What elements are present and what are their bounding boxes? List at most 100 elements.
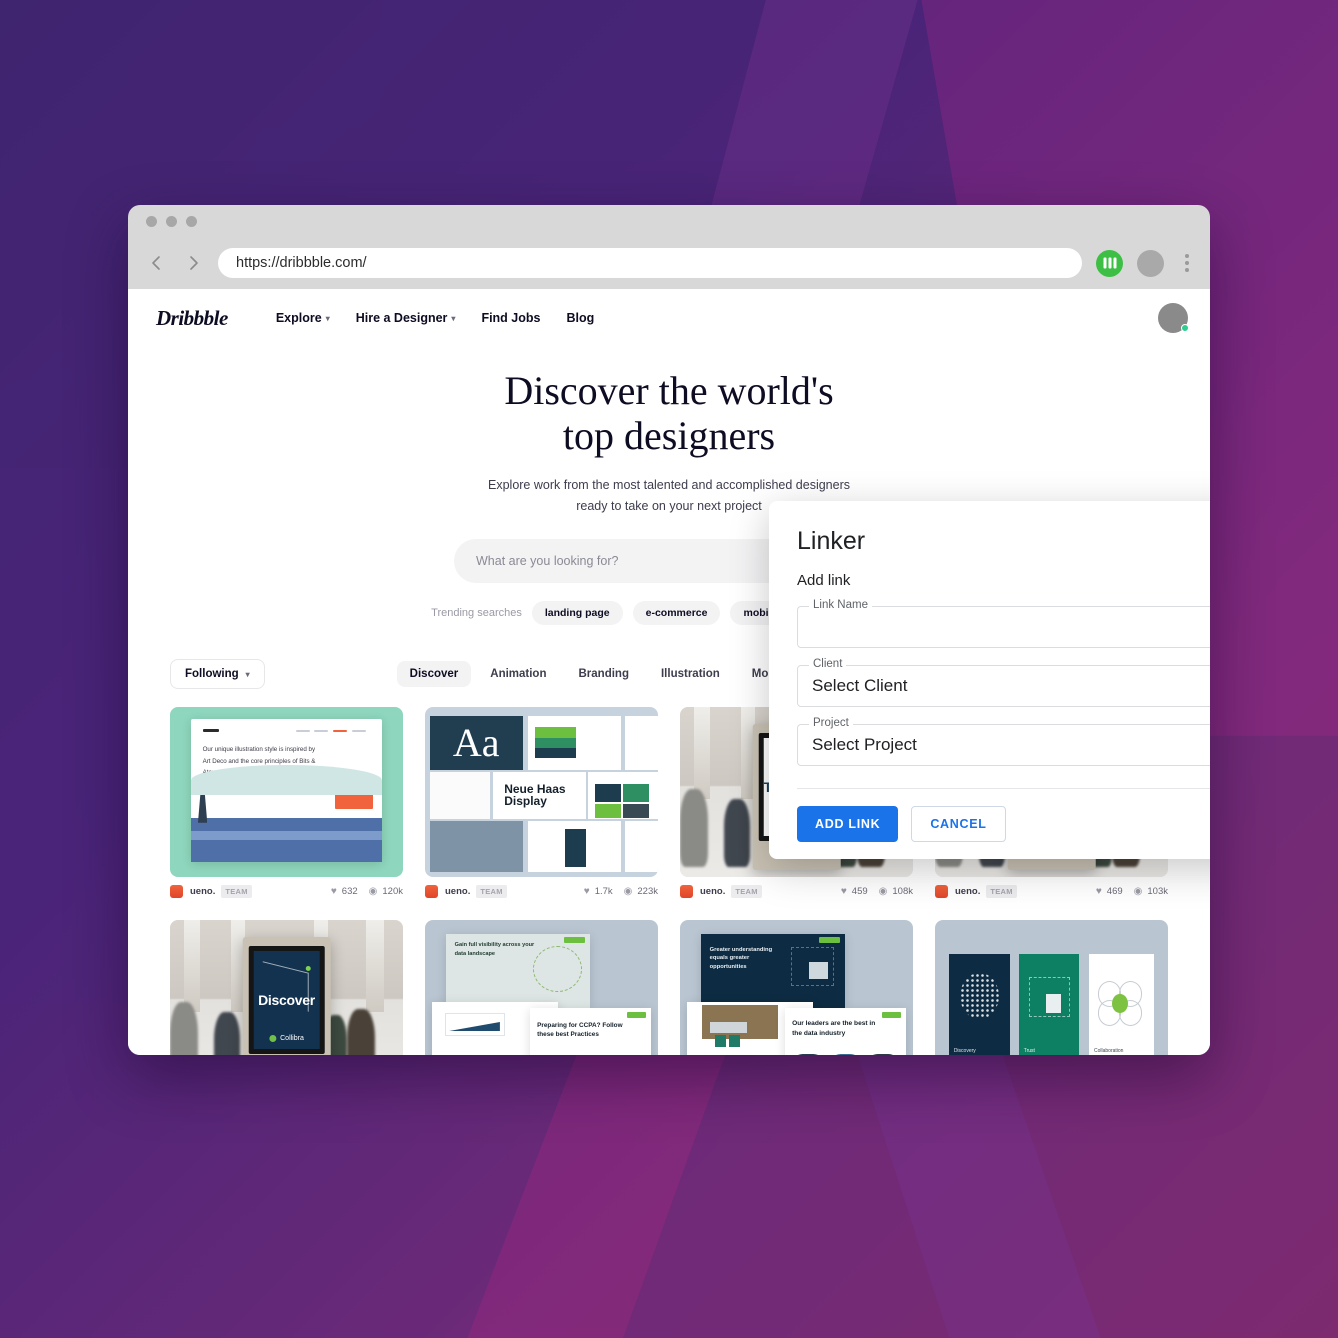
type-system-artwork: Aa Neue Haas Display [425,707,658,877]
eye-icon: ◉ [1133,886,1143,898]
client-select[interactable]: Client Select Client [797,658,1210,707]
kiosk-photo-artwork: Discover Collibra [170,920,403,1055]
divider [797,788,1210,789]
kebab-menu-icon[interactable] [1178,254,1196,272]
trending-pill-e-commerce[interactable]: e-commerce [632,601,721,626]
like-count: 469 [1106,886,1123,898]
shot-thumbnail[interactable]: Discover Collibra [170,920,403,1055]
author-name[interactable]: ueno. [955,886,980,897]
eye-icon: ◉ [623,886,633,898]
kiosk-unit: Discover Collibra [242,937,331,1055]
hero-title-line-1: Discover the world's [504,368,834,413]
close-window-button[interactable] [146,216,157,227]
shot2-sample-glyph: Aa [452,719,500,765]
window-controls[interactable] [146,216,197,227]
principle-card-label: Trust [1023,1048,1035,1055]
dialog-actions: ADD LINK CANCEL [797,806,1210,842]
kiosk-screen: Discover Collibra [248,945,325,1055]
url-text: https://dribbble.com/ [236,255,367,271]
shot-thumbnail[interactable]: Discovery Trust Collaboration [935,920,1168,1055]
shot2-typeface-name: Neue Haas Display [504,782,566,809]
maximize-window-button[interactable] [186,216,197,227]
brand-lockup: Collibra [269,1035,304,1043]
eye-icon: ◉ [878,886,888,898]
shot-card[interactable]: Greater understanding equals greater opp… [680,920,913,1055]
linker-header: Linker ✕ [797,527,1210,556]
search-placeholder: What are you looking for? [476,554,619,569]
tab-discover[interactable]: Discover [396,661,472,688]
nav-item-explore[interactable]: Explore ▾ [276,311,330,325]
shot7-headline-a: Greater understanding equals greater opp… [709,946,773,971]
shot-card[interactable]: Discover Collibra ueno. TEAM [170,920,403,1055]
trending-pill-landing-page[interactable]: landing page [531,601,623,626]
add-link-button[interactable]: ADD LINK [797,806,899,842]
shot-meta: ueno. TEAM ♥ 469 ◉ 103k [935,885,1168,899]
author-name[interactable]: ueno. [445,886,470,897]
shot-stats: ♥ 1.7k ◉ 223k [584,886,658,897]
shot-stats: ♥ 459 ◉ 108k [841,886,913,897]
tab-branding[interactable]: Branding [566,661,642,687]
like-count: 1.7k [594,886,613,898]
user-avatar[interactable] [1158,303,1189,333]
heart-icon: ♥ [583,886,590,898]
shot-card[interactable]: Discovery Trust Collaboration [935,920,1168,1055]
shot-card[interactable]: Aa Neue Haas Display ueno. TEAM ♥ 1.7k ◉… [425,707,658,899]
heart-icon: ♥ [330,886,337,898]
author-name[interactable]: ueno. [700,886,725,897]
browser-titlebar [128,205,1210,237]
category-tabs: Discover Animation Branding Illustration… [396,661,802,688]
trending-label: Trending searches [431,607,522,620]
principle-card-label: Discovery [953,1048,976,1055]
tab-illustration[interactable]: Illustration [648,661,733,687]
view-count: 108k [892,886,913,898]
team-badge: TEAM [476,885,507,899]
nav-item-blog[interactable]: Blog [566,311,594,325]
shot-stats: ♥ 469 ◉ 103k [1096,886,1168,897]
hero-sub-line-2: ready to take on your next project [576,498,762,513]
shot-thumbnail[interactable]: Gain full visibility across your data la… [425,920,658,1055]
nav-label: Explore [275,311,322,325]
team-badge: TEAM [731,885,762,899]
web-mockups-light-artwork: Gain full visibility across your data la… [425,920,658,1055]
minimize-window-button[interactable] [166,216,177,227]
kiosk-word: Discover [258,991,315,1008]
cancel-button[interactable]: CANCEL [911,806,1006,842]
link-name-field[interactable]: Link Name [797,599,1210,648]
forward-icon[interactable] [182,252,204,274]
site-navbar: Dribbble Explore ▾ Hire a Designer ▾ Fin… [128,289,1210,347]
heart-icon: ♥ [1095,886,1102,898]
linker-extension-icon[interactable] [1096,249,1123,277]
browser-window: https://dribbble.com/ Dribbble Explore ▾… [128,205,1210,1055]
address-bar[interactable]: https://dribbble.com/ [218,248,1082,278]
brand-name: Collibra [280,1035,304,1043]
client-value: Select Client [812,676,908,695]
shot-thumbnail[interactable]: Our unique illustration style is inspire… [170,707,403,878]
online-status-dot [1181,324,1189,332]
tab-animation[interactable]: Animation [477,661,559,687]
shot-thumbnail[interactable]: Aa Neue Haas Display [425,707,658,878]
view-count: 223k [637,886,658,898]
shot-thumbnail[interactable]: Greater understanding equals greater opp… [680,920,913,1055]
view-count: 120k [382,886,403,898]
profile-avatar[interactable] [1137,249,1164,277]
shot-card[interactable]: Our unique illustration style is inspire… [170,707,403,899]
add-link-section-label: Add link [797,572,851,589]
extension-glyph [1103,257,1116,269]
shot-card[interactable]: Gain full visibility across your data la… [425,920,658,1055]
following-dropdown[interactable]: Following ▾ [170,659,265,690]
nav-item-find-jobs[interactable]: Find Jobs [481,311,540,325]
dribbble-logo[interactable]: Dribbble [156,306,228,331]
nav-label: Hire a Designer [355,311,448,325]
team-badge: TEAM [221,885,252,899]
project-label: Project [809,717,853,729]
back-icon[interactable] [146,252,168,274]
eye-icon: ◉ [368,886,378,898]
linker-dialog: Linker ✕ Add link Link Name Client Selec… [769,501,1210,859]
author-name[interactable]: ueno. [190,886,215,897]
following-label: Following [185,668,239,681]
nav-item-hire-a-designer[interactable]: Hire a Designer ▾ [356,311,456,325]
like-count: 459 [851,886,868,898]
hero-title-line-2: top designers [562,412,776,458]
shot7-headline-b: Our leaders are the best in the data ind… [792,1020,876,1037]
project-select[interactable]: Project Select Project [797,717,1210,766]
